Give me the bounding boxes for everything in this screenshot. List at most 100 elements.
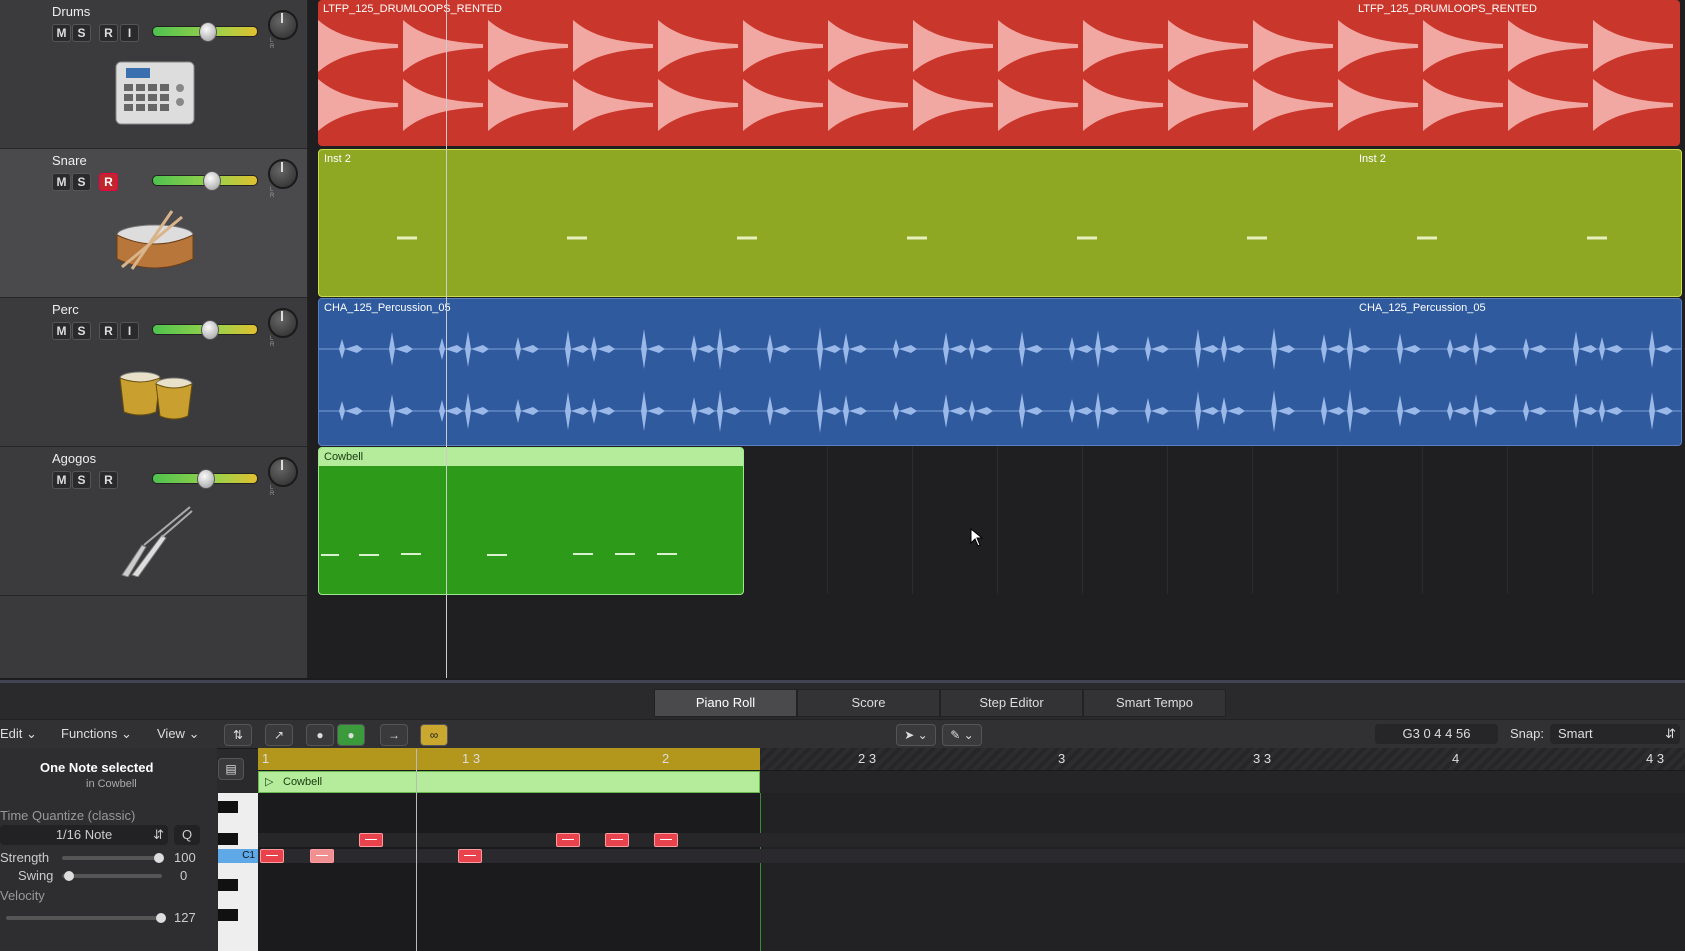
- volume-fader[interactable]: [152, 320, 258, 340]
- track-name: Perc: [52, 302, 79, 317]
- midi-region[interactable]: Inst 2 Inst 2: [318, 149, 1682, 297]
- solo-button[interactable]: S: [72, 471, 91, 489]
- ruler-mark: 1 3: [462, 751, 481, 766]
- link-icon[interactable]: ∞: [420, 724, 448, 746]
- mute-button[interactable]: M: [52, 173, 71, 191]
- bongos-icon: [119, 371, 193, 420]
- midi-out-icon[interactable]: ●: [337, 724, 365, 746]
- velocity-slider[interactable]: [6, 913, 166, 923]
- quantize-select[interactable]: 1/16 Note ⇵: [0, 825, 168, 845]
- playhead[interactable]: [446, 0, 447, 678]
- lane-snare: Inst 2 Inst 2: [308, 149, 1685, 297]
- pan-knob[interactable]: [268, 159, 298, 189]
- mute-button[interactable]: M: [52, 24, 71, 42]
- bar-ruler[interactable]: 1 1 3 2 2 3 3 3 3 4 4 3: [258, 748, 1685, 771]
- lane-perc: CHA_125_Percussion_05 CHA_125_Percussion…: [308, 298, 1685, 446]
- track-headers: Drums M S R I L R Snare M S R L R Perc M…: [0, 0, 308, 678]
- key-c1[interactable]: C1: [218, 849, 258, 863]
- swing-label: Swing: [18, 868, 54, 883]
- mute-button[interactable]: M: [52, 322, 71, 340]
- record-button[interactable]: R: [99, 173, 118, 191]
- waveform: [318, 20, 1673, 131]
- play-icon: ▷: [265, 776, 274, 788]
- selection-region: in Cowbell: [86, 778, 137, 790]
- catch-playhead-icon[interactable]: ▤: [218, 758, 244, 780]
- ruler-mark: 1: [262, 751, 270, 766]
- record-button[interactable]: R: [99, 322, 118, 340]
- track-name: Drums: [52, 4, 91, 19]
- velocity-value: 127: [174, 910, 196, 925]
- audio-region[interactable]: CHA_125_Percussion_05 CHA_125_Percussion…: [318, 298, 1682, 446]
- midi-notes: [321, 553, 677, 556]
- track-header-agogos[interactable]: Agogos M S R L R: [0, 447, 307, 596]
- tab-smart-tempo[interactable]: Smart Tempo: [1083, 689, 1226, 717]
- strength-slider[interactable]: [62, 853, 164, 863]
- track-name: Agogos: [52, 451, 97, 466]
- midi-region-cowbell[interactable]: Cowbell: [318, 447, 744, 595]
- record-button[interactable]: R: [99, 24, 118, 42]
- midi-note[interactable]: [556, 833, 580, 847]
- tab-step-editor[interactable]: Step Editor: [940, 689, 1083, 717]
- midi-note[interactable]: [458, 849, 482, 863]
- midi-in-icon[interactable]: ●: [306, 724, 334, 746]
- pan-label: L R: [270, 38, 285, 50]
- velocity-label: Velocity: [0, 888, 45, 903]
- catch-icon[interactable]: →: [380, 724, 408, 746]
- ruler-mark: 3 3: [1253, 751, 1272, 766]
- roll-playhead: [416, 749, 417, 951]
- pan-knob[interactable]: [268, 308, 298, 338]
- tab-piano-roll[interactable]: Piano Roll: [654, 689, 797, 717]
- snap-label: Snap:: [1510, 726, 1544, 741]
- pan-label: L R: [270, 336, 285, 348]
- solo-button[interactable]: S: [72, 24, 91, 42]
- mouse-cursor-icon: [970, 528, 984, 547]
- midi-notes: [397, 236, 1607, 240]
- pan-knob[interactable]: [268, 457, 298, 487]
- piano-roll-grid[interactable]: [258, 749, 1685, 951]
- midi-note[interactable]: [654, 833, 678, 847]
- quantize-button[interactable]: Q: [174, 825, 200, 845]
- input-monitor-button[interactable]: I: [120, 24, 139, 42]
- midi-note[interactable]: [260, 849, 284, 863]
- mute-button[interactable]: M: [52, 471, 71, 489]
- edit-menu[interactable]: Edit ⌄: [0, 724, 37, 744]
- tab-score[interactable]: Score: [797, 689, 940, 717]
- solo-button[interactable]: S: [72, 322, 91, 340]
- track-header-drums[interactable]: Drums M S R I L R: [0, 0, 307, 149]
- quantize-label: Time Quantize (classic): [0, 808, 136, 823]
- ruler-mark: 4: [1452, 751, 1460, 766]
- editor-panel: Piano Roll Score Step Editor Smart Tempo…: [0, 680, 1685, 951]
- midi-note[interactable]: [605, 833, 629, 847]
- midi-note-selected[interactable]: [310, 849, 334, 863]
- record-button[interactable]: R: [99, 471, 118, 489]
- volume-fader[interactable]: [152, 469, 258, 489]
- collapse-icon[interactable]: ⇅: [224, 724, 252, 746]
- snare-drum-icon: [116, 210, 194, 270]
- automation-icon[interactable]: ↗: [265, 724, 293, 746]
- solo-button[interactable]: S: [72, 173, 91, 191]
- volume-fader[interactable]: [152, 171, 258, 191]
- track-header-snare[interactable]: Snare M S R L R: [0, 149, 307, 298]
- selection-status: One Note selected: [40, 760, 154, 775]
- roll-region-name: Cowbell: [283, 776, 323, 788]
- input-monitor-button[interactable]: I: [120, 322, 139, 340]
- editor-toolbar: Edit ⌄ Functions ⌄ View ⌄ ⇅ ↗ ● ● → ∞ ➤ …: [0, 719, 1685, 749]
- view-menu[interactable]: View ⌄: [157, 724, 199, 744]
- waveform: [319, 327, 1681, 433]
- swing-slider[interactable]: [62, 871, 162, 881]
- ruler-mark: 2 3: [858, 751, 877, 766]
- roll-region-header[interactable]: ▷ Cowbell: [258, 771, 760, 793]
- snap-select[interactable]: Smart ⇵: [1550, 724, 1680, 744]
- audio-region[interactable]: LTFP_125_DRUMLOOPS_RENTED LTFP_125_DRUML…: [318, 0, 1680, 146]
- functions-menu[interactable]: Functions ⌄: [61, 724, 132, 744]
- midi-note[interactable]: [359, 833, 383, 847]
- pencil-tool-icon[interactable]: ✎ ⌄: [942, 724, 982, 746]
- volume-fader[interactable]: [152, 22, 258, 42]
- piano-keyboard[interactable]: C1: [218, 793, 258, 951]
- arrange-area[interactable]: LTFP_125_DRUMLOOPS_RENTED LTFP_125_DRUML…: [308, 0, 1685, 678]
- track-header-perc[interactable]: Perc M S R I L R: [0, 298, 307, 447]
- ruler-mark: 3: [1058, 751, 1066, 766]
- ruler-mark: 2: [662, 751, 670, 766]
- pan-knob[interactable]: [268, 10, 298, 40]
- pointer-tool-icon[interactable]: ➤ ⌄: [896, 724, 936, 746]
